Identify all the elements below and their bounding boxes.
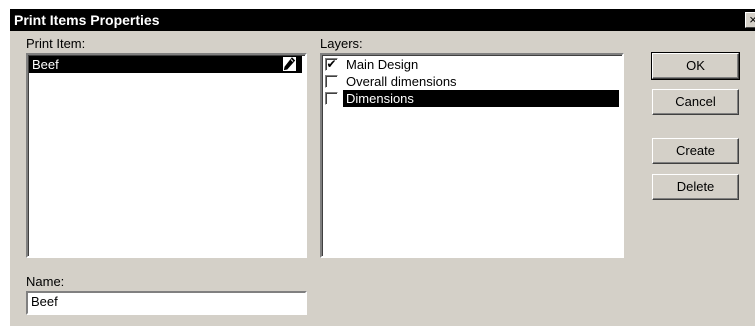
- cancel-button[interactable]: Cancel: [652, 89, 739, 115]
- layer-label: Main Design: [346, 57, 419, 72]
- delete-button[interactable]: Delete: [652, 174, 739, 200]
- layer-checkbox-main-design[interactable]: ✔: [325, 58, 338, 71]
- close-button[interactable]: ×: [745, 12, 755, 28]
- layer-row-main-design[interactable]: ✔ Main Design: [323, 56, 619, 73]
- layer-checkbox-dimensions[interactable]: [325, 92, 338, 105]
- layer-label: Dimensions: [343, 90, 619, 107]
- layers-label: Layers:: [320, 36, 363, 51]
- ok-button[interactable]: OK: [651, 52, 740, 80]
- layer-row-overall-dimensions[interactable]: Overall dimensions: [323, 73, 619, 90]
- name-label: Name:: [26, 274, 65, 289]
- layer-checkbox-overall-dimensions[interactable]: [325, 75, 338, 88]
- print-items-dialog: Print Items Properties × Print Item: Bee…: [9, 8, 755, 326]
- print-item-row-label: Beef: [32, 57, 59, 72]
- print-item-row-beef[interactable]: Beef: [29, 56, 302, 73]
- layer-row-dimensions[interactable]: Dimensions: [323, 90, 619, 107]
- name-field[interactable]: Beef: [26, 291, 307, 315]
- title-bar[interactable]: Print Items Properties ×: [10, 9, 755, 31]
- create-button[interactable]: Create: [652, 138, 739, 164]
- layer-label: Overall dimensions: [346, 74, 457, 89]
- print-item-list[interactable]: Beef: [26, 53, 307, 258]
- pencil-icon[interactable]: [283, 57, 296, 71]
- layers-list[interactable]: ✔ Main Design Overall dimensions Dimensi…: [320, 53, 624, 258]
- print-item-label: Print Item:: [26, 36, 86, 51]
- dialog-title: Print Items Properties: [14, 12, 160, 28]
- close-icon: ×: [749, 12, 755, 27]
